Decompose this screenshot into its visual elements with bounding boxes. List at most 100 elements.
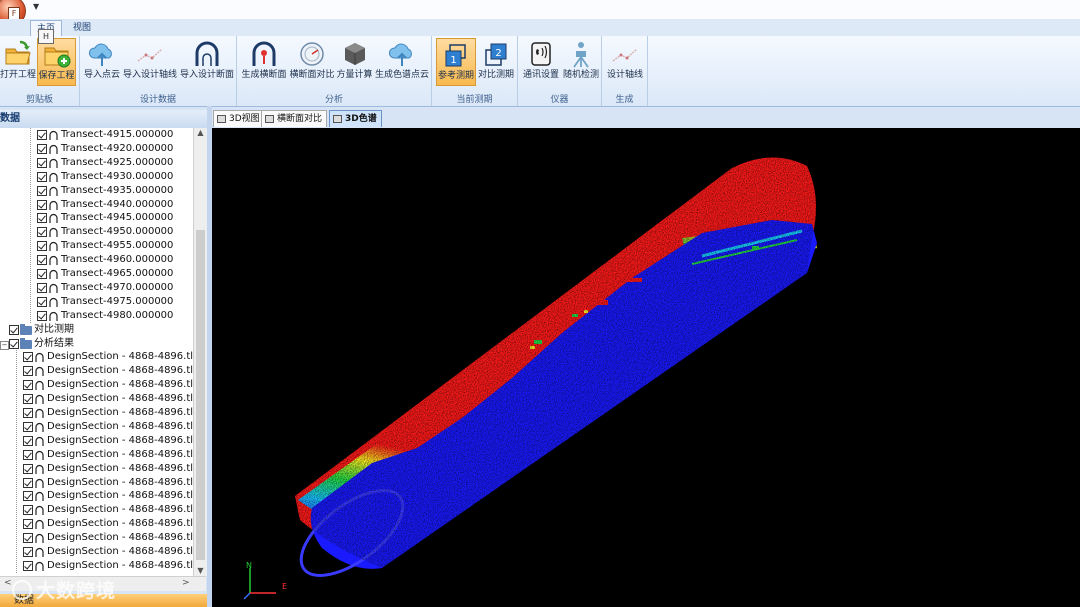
tree-row-transect[interactable]: Transect-4955.000000 xyxy=(0,239,193,253)
tree-row-design-section[interactable]: DesignSection - 4868-4896.tln - xyxy=(0,448,193,462)
checkbox[interactable] xyxy=(23,421,33,432)
tab-cross-section-compare[interactable]: 横断面对比 xyxy=(261,110,328,127)
tree-row-design-section[interactable]: DesignSection - 4868-4896.tln - xyxy=(0,545,193,559)
tab-view[interactable]: 视图 xyxy=(67,20,97,36)
checkbox[interactable] xyxy=(23,505,33,516)
tree-row-transect[interactable]: Transect-4960.000000 xyxy=(0,253,193,267)
import-design-axis-button[interactable]: 导入设计轴线 xyxy=(122,38,178,86)
reference-period-button[interactable]: 1 参考测期 xyxy=(436,38,476,86)
tree-row-transect[interactable]: Transect-4965.000000 xyxy=(0,267,193,281)
checkbox[interactable] xyxy=(37,199,47,210)
tree-row-label: DesignSection - 4868-4896.tln - xyxy=(47,420,193,432)
tree-row-design-section[interactable]: DesignSection - 4868-4896.tln - xyxy=(0,420,193,434)
3d-viewport[interactable]: N E xyxy=(212,128,1080,607)
tree-row-design-section[interactable]: DesignSection - 4868-4896.tln - xyxy=(0,462,193,476)
checkbox[interactable] xyxy=(23,519,33,530)
tree-row-design-section[interactable]: DesignSection - 4868-4896.tln - xyxy=(0,476,193,490)
tree-row-folder[interactable]: 对比测期 xyxy=(0,323,193,337)
checkbox[interactable] xyxy=(37,241,47,252)
tree-row-design-section[interactable]: DesignSection - 4868-4896.tln - xyxy=(0,378,193,392)
tree-row-label: Transect-4945.000000 xyxy=(61,212,174,224)
tree-row-design-section[interactable]: DesignSection - 4868-4896.tln - xyxy=(0,392,193,406)
tree-row-transect[interactable]: Transect-4980.000000 xyxy=(0,309,193,323)
generate-spectrum-cloud-button[interactable]: 生成色谱点云 xyxy=(374,38,430,86)
checkbox[interactable] xyxy=(37,296,47,307)
section-arch-icon xyxy=(49,297,58,307)
compare-period-button[interactable]: 2 对比测期 xyxy=(477,38,515,86)
checkbox[interactable] xyxy=(23,352,33,363)
checkbox[interactable] xyxy=(23,449,33,460)
generate-cross-section-button[interactable]: 生成横断面 xyxy=(241,38,287,86)
tree-row-transect[interactable]: Transect-4920.000000 xyxy=(0,142,193,156)
open-project-button[interactable]: 打开工程 xyxy=(0,38,36,86)
checkbox[interactable] xyxy=(23,477,33,488)
data-tree[interactable]: Transect-4915.000000 Transect-4920.000000… xyxy=(0,128,193,576)
checkbox[interactable] xyxy=(23,560,33,571)
checkbox[interactable] xyxy=(23,463,33,474)
checkbox[interactable] xyxy=(37,213,47,224)
scroll-up-icon[interactable]: ▲ xyxy=(194,128,207,137)
checkbox[interactable] xyxy=(23,366,33,377)
tree-row-design-section[interactable]: DesignSection - 4868-4896.tln - xyxy=(0,559,193,573)
checkbox[interactable] xyxy=(37,143,47,154)
checkbox[interactable] xyxy=(9,324,19,335)
tree-row-design-section[interactable]: DesignSection - 4868-4896.tln - xyxy=(0,364,193,378)
checkbox[interactable] xyxy=(37,227,47,238)
checkbox[interactable] xyxy=(23,380,33,391)
tree-row-design-section[interactable]: DesignSection - 4868-4896.tln - xyxy=(0,406,193,420)
tree-row-design-section[interactable]: DesignSection - 4868-4896.tln - xyxy=(0,503,193,517)
tree-row-transect[interactable]: Transect-4950.000000 xyxy=(0,225,193,239)
tree-row-design-section[interactable]: DesignSection - 4868-4896.tln - xyxy=(0,489,193,503)
checkbox[interactable] xyxy=(9,338,19,349)
tree-row-design-section[interactable]: DesignSection - 4868-4896.tln - xyxy=(0,350,193,364)
scroll-down-icon[interactable]: ▼ xyxy=(194,566,207,575)
volume-calculation-button[interactable]: 方量计算 xyxy=(336,38,373,86)
tree-row-transect[interactable]: Transect-4925.000000 xyxy=(0,156,193,170)
save-project-button[interactable]: 保存工程 xyxy=(37,38,76,86)
design-axis-button[interactable]: 设计轴线 xyxy=(604,38,646,86)
checkbox[interactable] xyxy=(23,408,33,418)
checkbox[interactable] xyxy=(37,171,47,182)
watermark-text: 大数跨境 xyxy=(36,580,117,602)
section-arch-icon xyxy=(49,228,58,238)
collapse-toggle-icon[interactable]: − xyxy=(0,340,9,350)
tree-row-transect[interactable]: Transect-4935.000000 xyxy=(0,184,193,198)
checkbox[interactable] xyxy=(37,255,47,266)
tab-3d-view[interactable]: 3D视图 xyxy=(213,110,265,127)
tab-cross-section-compare-label: 横断面对比 xyxy=(277,114,323,124)
checkbox[interactable] xyxy=(37,157,47,168)
tree-row-transect[interactable]: Transect-4970.000000 xyxy=(0,281,193,295)
tree-row-folder[interactable]: − 分析结果 xyxy=(0,337,193,351)
random-check-button[interactable]: 随机检测 xyxy=(561,38,601,86)
checkbox[interactable] xyxy=(23,394,33,405)
cross-section-compare-button[interactable]: 横断面对比 xyxy=(289,38,335,86)
tree-vertical-scrollbar[interactable]: ▲ ▼ xyxy=(193,128,207,576)
import-point-cloud-button[interactable]: 导入点云 xyxy=(82,38,122,86)
checkbox[interactable] xyxy=(37,269,47,279)
tree-row-transect[interactable]: Transect-4915.000000 xyxy=(0,128,193,142)
tree-row-transect[interactable]: Transect-4930.000000 xyxy=(0,170,193,184)
tree-row-label: Transect-4930.000000 xyxy=(61,170,174,182)
section-arch-icon xyxy=(35,367,44,377)
checkbox[interactable] xyxy=(37,185,47,196)
tree-row-design-section[interactable]: DesignSection - 4868-4896.tln - xyxy=(0,517,193,531)
tree-row-transect[interactable]: Transect-4975.000000 xyxy=(0,295,193,309)
scroll-right-icon[interactable]: > xyxy=(182,578,190,588)
checkbox[interactable] xyxy=(23,435,33,446)
tree-row-transect[interactable]: Transect-4940.000000 xyxy=(0,198,193,212)
checkbox[interactable] xyxy=(23,547,33,557)
checkbox[interactable] xyxy=(37,310,47,321)
quick-access-dropdown-icon[interactable]: ▼ xyxy=(33,2,39,11)
tree-row-design-section[interactable]: DesignSection - 4868-4896.tln - xyxy=(0,434,193,448)
checkbox[interactable] xyxy=(23,533,33,544)
scroll-left-icon[interactable]: < xyxy=(4,578,12,588)
tab-3d-spectrum[interactable]: 3D色谱 xyxy=(329,110,382,127)
checkbox[interactable] xyxy=(37,282,47,293)
scrollbar-thumb[interactable] xyxy=(196,230,205,560)
checkbox[interactable] xyxy=(23,491,33,502)
tree-row-design-section[interactable]: DesignSection - 4868-4896.tln - xyxy=(0,531,193,545)
tree-row-transect[interactable]: Transect-4945.000000 xyxy=(0,211,193,225)
checkbox[interactable] xyxy=(37,130,47,140)
import-design-section-button[interactable]: 导入设计断面 xyxy=(179,38,235,86)
communication-settings-button[interactable]: 通讯设置 xyxy=(521,38,561,86)
